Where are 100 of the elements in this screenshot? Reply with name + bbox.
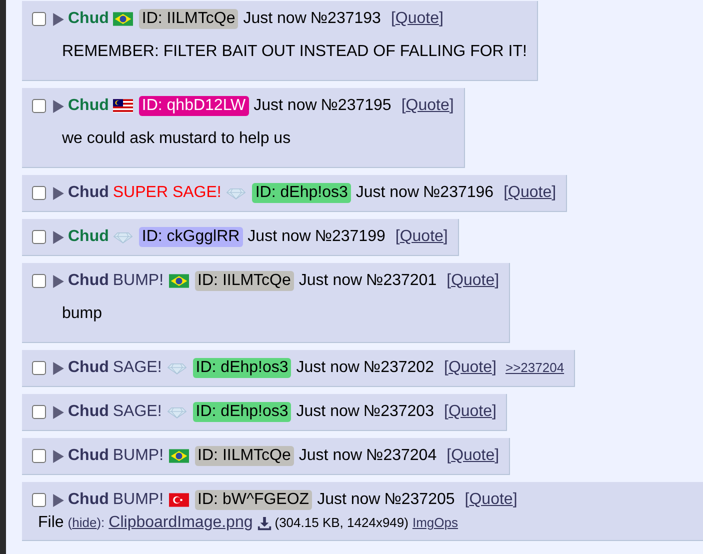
expand-triangle-icon[interactable]: [53, 362, 64, 374]
post-message: REMEMBER: FILTER BAIT OUT INSTEAD OF FALLING FOR IT!: [62, 42, 527, 62]
expand-triangle-icon[interactable]: [53, 230, 64, 244]
checkbox[interactable]: [32, 493, 46, 507]
bracket: [: [444, 359, 448, 376]
bracket: ]: [494, 447, 500, 464]
checkbox[interactable]: [32, 99, 46, 113]
diamond-icon: [226, 186, 246, 200]
download-icon[interactable]: [256, 516, 272, 530]
poster-name: Chud: [68, 96, 109, 116]
expand-triangle-icon[interactable]: [53, 186, 64, 200]
checkbox[interactable]: [32, 230, 46, 244]
quote-link[interactable]: Quote: [406, 97, 450, 114]
checkbox[interactable]: [32, 361, 46, 375]
file-link[interactable]: ClipboardImage.png: [108, 514, 253, 532]
post-number[interactable]: №237199: [314, 227, 386, 247]
poster-id: ID: IILMTcQe: [194, 271, 294, 291]
flag-icon: [168, 274, 189, 288]
checkbox[interactable]: [32, 12, 46, 26]
email-tag[interactable]: BUMP!: [112, 446, 164, 466]
quote-link[interactable]: Quote: [451, 447, 495, 464]
poster-id: ID: qhbD12LW: [138, 96, 249, 116]
flag-icon: [168, 493, 189, 507]
parenthesis: (: [68, 515, 72, 530]
checkbox[interactable]: [32, 186, 46, 200]
poster-id: ID: ckGgglRR: [138, 227, 243, 247]
post-number[interactable]: №237195: [320, 96, 392, 116]
post-time: Just now: [254, 96, 317, 116]
post-time: Just now: [248, 227, 311, 247]
post-time: Just now: [298, 446, 362, 466]
checkbox[interactable]: [32, 405, 46, 419]
flag-icon: [112, 12, 133, 26]
post-number[interactable]: №237205: [384, 490, 455, 510]
post-time: Just now: [298, 271, 362, 291]
poster-name[interactable]: Chud: [68, 358, 109, 378]
email-tag[interactable]: BUMP!: [112, 490, 164, 510]
post-time: Just now: [296, 358, 360, 378]
bracket: ]: [492, 359, 496, 376]
post-time: Just now: [296, 402, 360, 422]
email-tag[interactable]: SAGE!: [112, 402, 162, 422]
post-number[interactable]: №237193: [310, 9, 381, 29]
bracket: ]: [492, 403, 496, 420]
diamond-icon: [112, 230, 133, 244]
checkbox[interactable]: [32, 449, 46, 463]
reply-link[interactable]: >>237204: [505, 358, 564, 378]
file-info: (304.15 KB, 1424x949): [274, 514, 408, 532]
expand-triangle-icon[interactable]: [53, 100, 64, 112]
expand-triangle-icon[interactable]: [53, 12, 64, 26]
bracket: [: [446, 447, 452, 464]
poster-id: ID: dEhp!os3: [192, 402, 292, 422]
post-number[interactable]: №237202: [363, 358, 434, 378]
quote-link[interactable]: Quote: [448, 359, 492, 376]
poster-name[interactable]: Chud: [68, 183, 109, 203]
bracket: [: [444, 403, 448, 420]
post-time: Just now: [317, 490, 380, 510]
bracket: ]: [494, 272, 500, 289]
poster-id: ID: IILMTcQe: [138, 9, 238, 29]
quote-link[interactable]: Quote: [469, 491, 513, 508]
parenthesis: ):: [96, 515, 105, 530]
quote-link[interactable]: Quote: [400, 228, 444, 245]
quote-link[interactable]: Quote: [395, 10, 439, 27]
bracket: [: [395, 228, 400, 245]
bracket: ]: [438, 10, 444, 27]
expand-triangle-icon[interactable]: [53, 450, 64, 462]
poster-name[interactable]: Chud: [68, 446, 109, 466]
checkbox[interactable]: [32, 274, 46, 288]
poster-id: ID: dEhp!os3: [252, 183, 351, 203]
post-message: we could ask mustard to help us: [62, 129, 292, 149]
bracket: [: [504, 184, 508, 201]
bracket: [: [446, 272, 452, 289]
poster-id: ID: dEhp!os3: [192, 358, 292, 378]
post-number[interactable]: №237201: [366, 271, 437, 291]
quote-link[interactable]: Quote: [508, 184, 552, 201]
bracket: [: [401, 97, 406, 114]
post-message: bump: [62, 304, 104, 324]
post-number[interactable]: №237203: [363, 402, 434, 422]
poster-name[interactable]: Chud: [68, 402, 109, 422]
hide-link[interactable]: hide: [72, 515, 97, 530]
expand-triangle-icon[interactable]: [53, 494, 64, 506]
poster-id: ID: IILMTcQe: [194, 446, 294, 466]
imgops-link[interactable]: ImgOps: [412, 514, 458, 532]
expand-triangle-icon[interactable]: [53, 406, 64, 418]
poster-name: Chud: [68, 227, 109, 247]
poster-name: Chud: [68, 9, 109, 29]
flag-icon: [112, 99, 133, 113]
poster-name[interactable]: Chud: [68, 490, 109, 510]
post-number[interactable]: №237204: [366, 446, 437, 466]
post-number[interactable]: №237196: [423, 183, 494, 203]
email-tag[interactable]: SAGE!: [112, 358, 162, 378]
file-label: File: [38, 514, 64, 532]
quote-link[interactable]: Quote: [448, 403, 492, 420]
poster-name[interactable]: Chud: [68, 271, 109, 291]
bracket: [: [390, 10, 396, 27]
expand-triangle-icon[interactable]: [53, 274, 64, 288]
post-time: Just now: [243, 9, 306, 29]
diamond-icon: [166, 361, 187, 375]
quote-link[interactable]: Quote: [451, 272, 495, 289]
poster-id: ID: bW^FGEOZ: [194, 490, 312, 510]
bracket: ]: [512, 491, 518, 508]
email-tag[interactable]: BUMP!: [112, 271, 164, 291]
